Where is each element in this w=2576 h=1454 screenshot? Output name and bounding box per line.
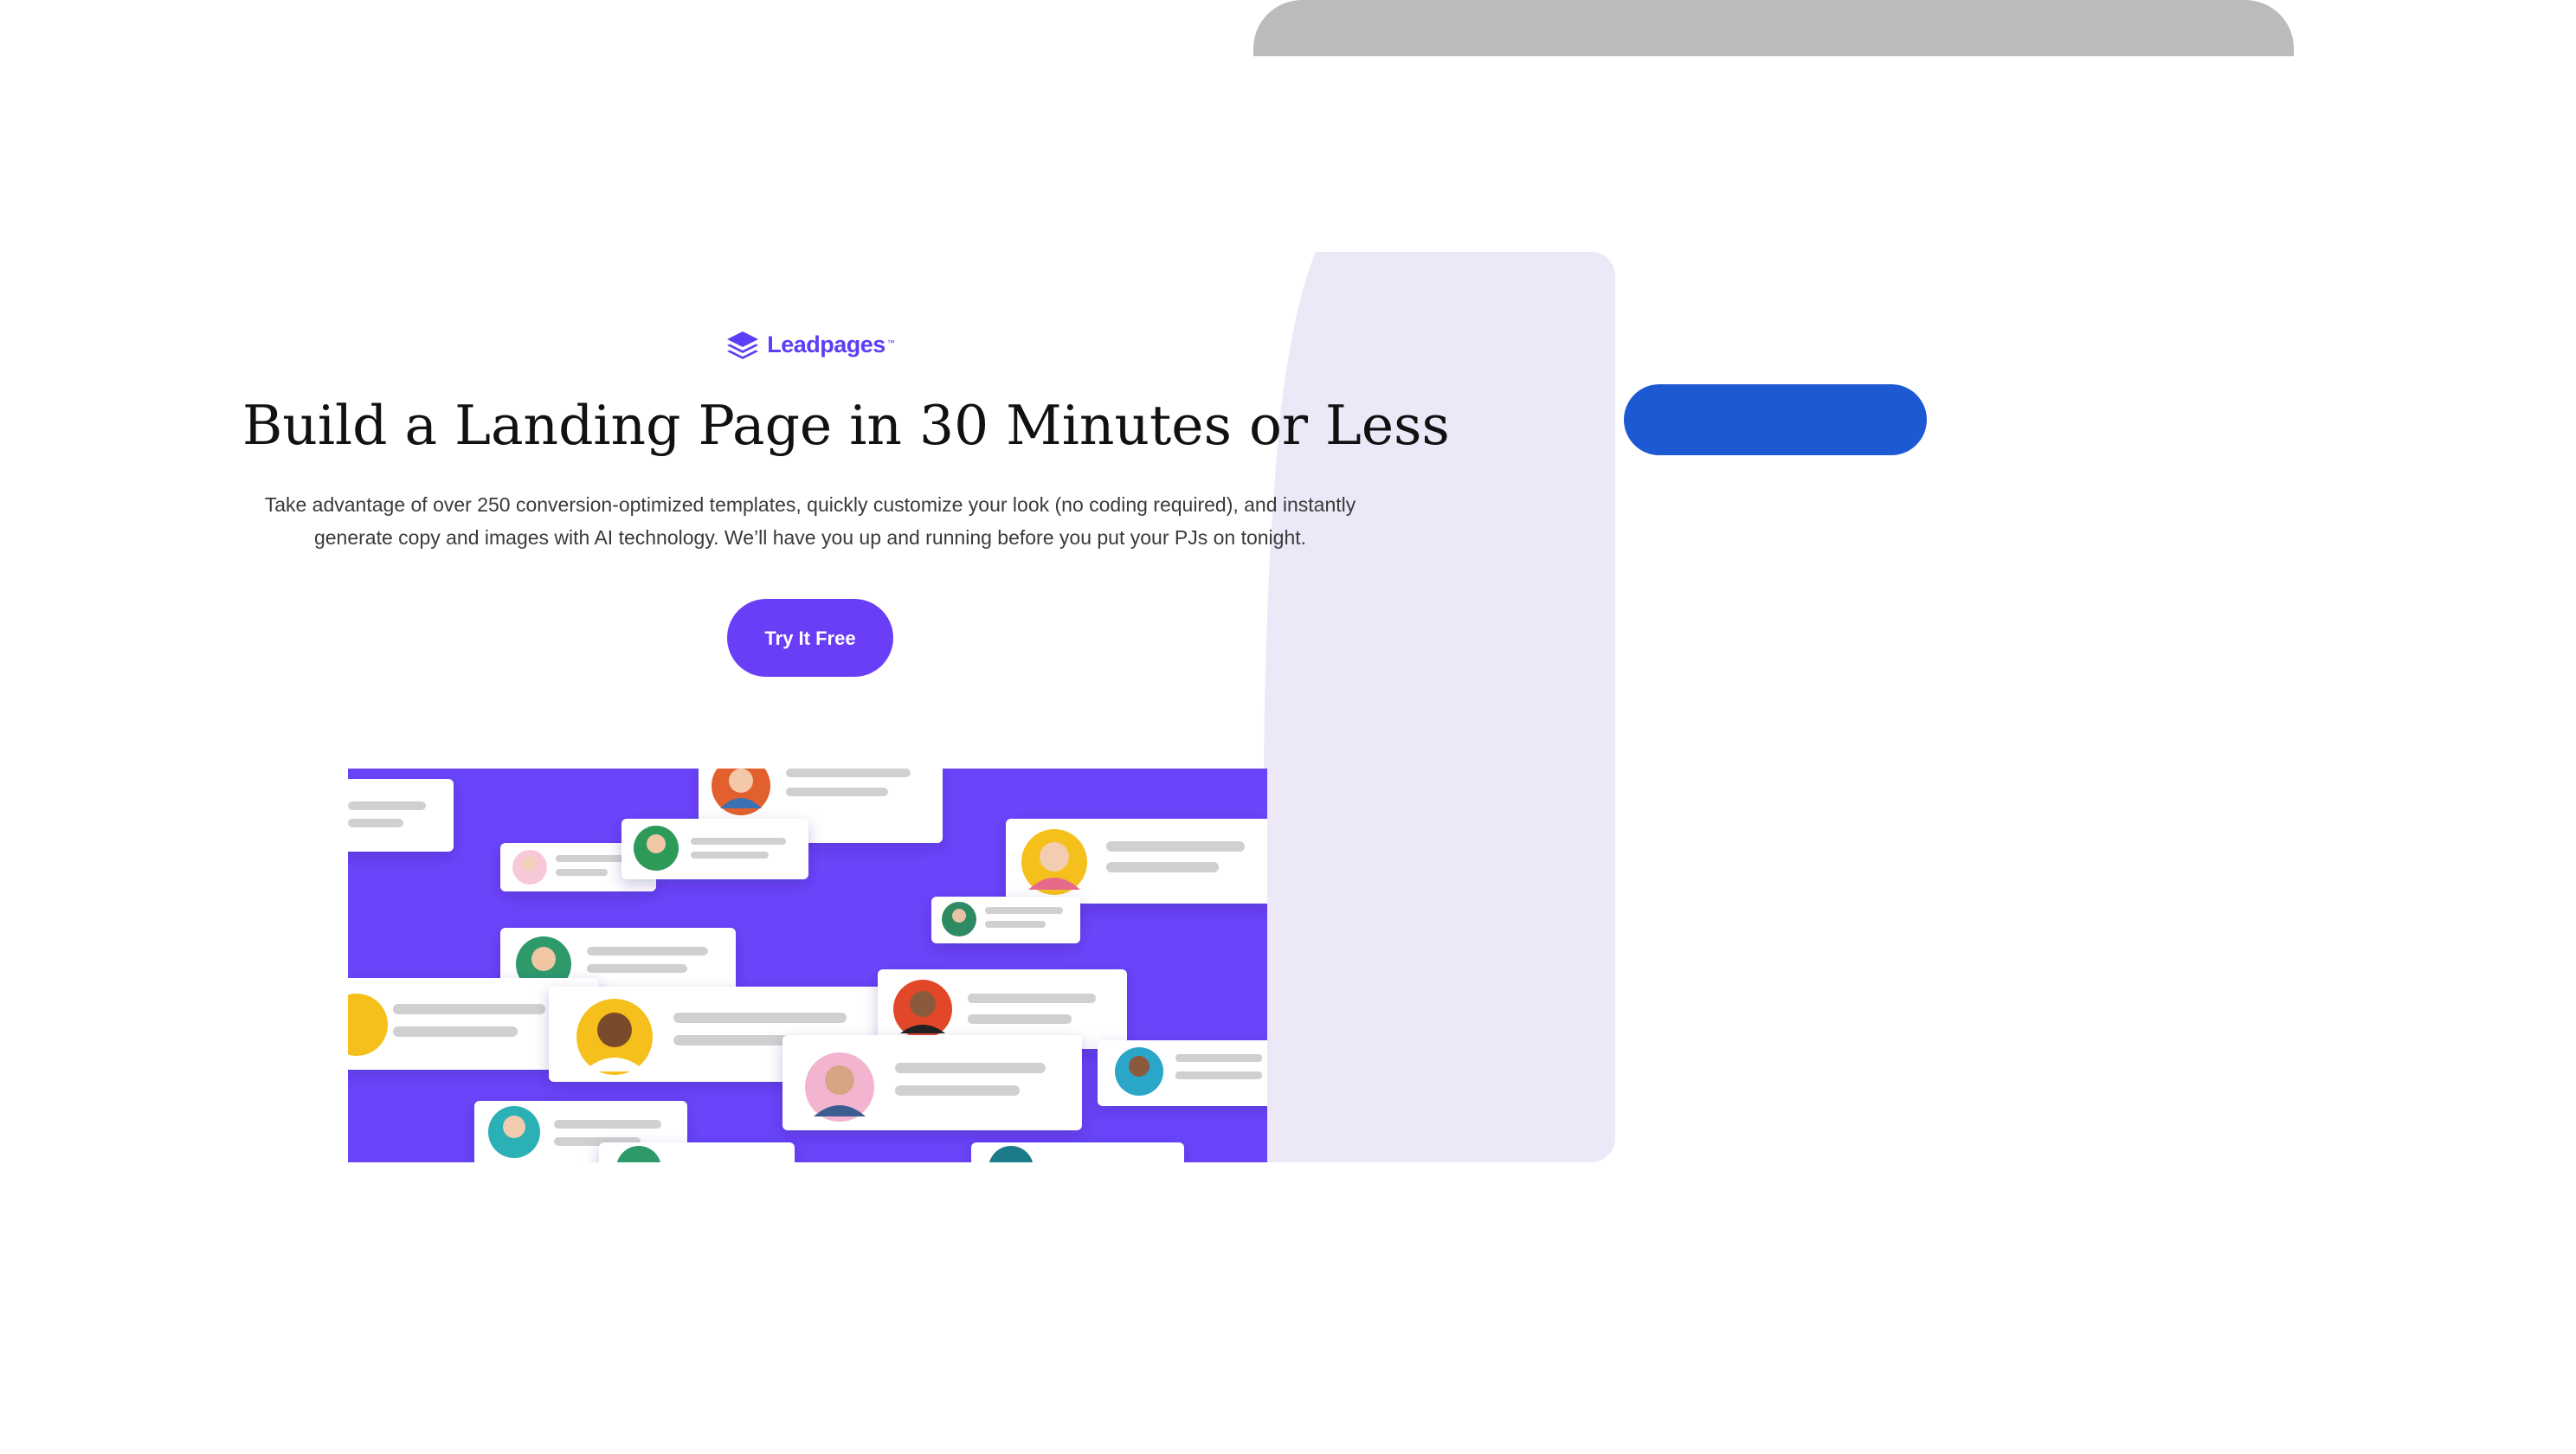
logo-text: Leadpages: [767, 331, 886, 357]
profile-card: [1098, 1040, 1267, 1106]
leadpages-logo[interactable]: Leadpages ™: [725, 320, 895, 369]
profile-cards-illustration: [348, 769, 1267, 1162]
blue-pill-button[interactable]: [1624, 384, 1927, 455]
profile-card: [782, 1035, 1082, 1130]
top-gray-bar: [1253, 0, 2294, 56]
page-title: Build a Landing Page in 30 Minutes or Le…: [242, 394, 1450, 457]
profile-card: [348, 779, 454, 852]
profile-card: [971, 1142, 1184, 1162]
try-it-free-button[interactable]: Try It Free: [727, 599, 893, 677]
hero-subtitle: Take advantage of over 250 conversion-op…: [264, 493, 1356, 549]
stacked-layers-icon: [725, 330, 760, 359]
profile-card: [1006, 819, 1267, 904]
logo-trademark: ™: [886, 338, 895, 347]
profile-card: [621, 819, 808, 879]
hero-section: Leadpages ™ Build a Landing Page in 30 M…: [242, 320, 1450, 677]
profile-card: [931, 897, 1080, 943]
profile-card: [599, 1142, 795, 1162]
page: Leadpages ™ Build a Landing Page in 30 M…: [0, 0, 2576, 1454]
